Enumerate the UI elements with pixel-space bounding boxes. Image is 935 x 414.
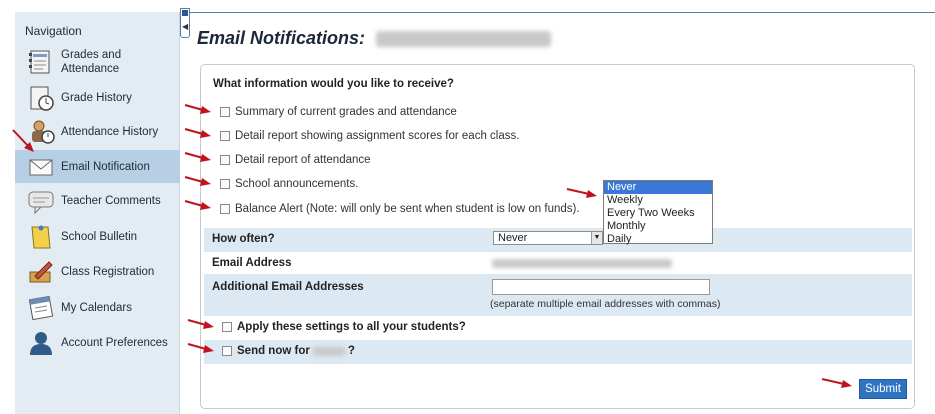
- chevron-down-icon[interactable]: ▼: [591, 232, 602, 244]
- option-apply-all[interactable]: Apply these settings to all your student…: [222, 321, 466, 333]
- frequency-option-never[interactable]: Never: [604, 181, 712, 194]
- checkbox-balance-alert[interactable]: [220, 204, 230, 214]
- speech-bubble-icon: [27, 187, 55, 215]
- sidebar-item-label: Grades and: [61, 49, 122, 61]
- bulletin-icon: [27, 223, 55, 251]
- pointer-arrow-icon: [184, 152, 211, 162]
- checkbox-detail-attendance[interactable]: [220, 155, 230, 165]
- option-send-now[interactable]: Send now for ?: [222, 345, 355, 357]
- sidebar-item-attendance-history[interactable]: Attendance History: [15, 116, 180, 148]
- sidebar-item-label: Attendance History: [61, 126, 159, 138]
- email-address-redacted: [492, 259, 672, 268]
- checkbox-detail-scores[interactable]: [220, 131, 230, 141]
- option-label: Detail report showing assignment scores …: [235, 130, 520, 142]
- sidebar-item-school-bulletin[interactable]: School Bulletin: [15, 221, 180, 253]
- pointer-arrow-icon: [187, 319, 214, 329]
- top-divider: [180, 12, 935, 13]
- frequency-selected-value: Never: [498, 232, 528, 244]
- page-title-text: Email Notifications:: [197, 28, 366, 48]
- frequency-option-daily[interactable]: Daily: [604, 233, 712, 246]
- pointer-arrow-icon: [184, 176, 211, 186]
- frequency-option-weekly[interactable]: Weekly: [604, 194, 712, 207]
- option-label: Apply these settings to all your student…: [237, 321, 466, 333]
- sidebar-pointer-arrow-icon: [12, 129, 34, 152]
- send-now-suffix: ?: [347, 345, 355, 357]
- checkbox-school-announcements[interactable]: [220, 179, 230, 189]
- sidebar-item-label: School Bulletin: [61, 231, 138, 243]
- envelope-icon: [27, 153, 55, 181]
- option-label: Balance Alert (Note: will only be sent w…: [235, 203, 580, 215]
- collapse-sidebar-toggle[interactable]: ◀: [180, 8, 190, 38]
- frequency-select[interactable]: Never ▼: [493, 231, 603, 245]
- sidebar-item-teacher-comments[interactable]: Teacher Comments: [15, 185, 180, 217]
- submit-button[interactable]: Submit: [859, 379, 907, 399]
- page-title: Email Notifications:: [197, 28, 552, 49]
- option-detail-scores[interactable]: Detail report showing assignment scores …: [220, 130, 519, 142]
- grades-book-icon: [27, 48, 55, 76]
- frequency-option-monthly[interactable]: Monthly: [604, 220, 712, 233]
- pointer-arrow-icon: [184, 200, 211, 210]
- collapse-arrow-icon: ◀: [182, 22, 189, 31]
- sidebar-item-label-2: Attendance: [61, 63, 120, 75]
- additional-email-label: Additional Email Addresses: [212, 281, 364, 293]
- sidebar-item-label: Email Notification: [61, 160, 150, 173]
- checkbox-apply-all[interactable]: [222, 322, 232, 332]
- frequency-option-every-two-weeks[interactable]: Every Two Weeks: [604, 207, 712, 220]
- pointer-arrow-icon: [184, 128, 211, 138]
- option-label: School announcements.: [235, 178, 359, 190]
- option-school-announcements[interactable]: School announcements.: [220, 178, 358, 190]
- sidebar-item-label: My Calendars: [61, 301, 132, 314]
- email-address-label: Email Address: [212, 257, 292, 269]
- sidebar-item-class-registration[interactable]: Class Registration: [15, 256, 180, 288]
- sidebar-item-grades-and-attendance[interactable]: Grades and Attendance: [15, 42, 180, 82]
- sidebar-item-label: Account Preferences: [61, 337, 168, 349]
- additional-email-input[interactable]: [492, 279, 710, 295]
- sidebar-item-label: Teacher Comments: [61, 195, 161, 207]
- checkbox-send-now[interactable]: [222, 346, 232, 356]
- user-account-icon: [27, 329, 55, 357]
- registration-icon: [27, 258, 55, 286]
- pointer-arrow-icon: [184, 104, 211, 114]
- sidebar-item-label: Grade History: [61, 92, 132, 104]
- additional-email-hint: (separate multiple email addresses with …: [490, 298, 721, 310]
- collapse-tab-marker-icon: [182, 10, 188, 16]
- sidebar-item-email-notification[interactable]: Email Notification: [15, 150, 180, 183]
- pointer-arrow-icon: [187, 343, 214, 353]
- option-label: Summary of current grades and attendance: [235, 106, 457, 118]
- option-detail-attendance[interactable]: Detail report of attendance: [220, 154, 371, 166]
- submit-pointer-arrow-icon: [821, 378, 852, 388]
- student-name-redacted: [376, 31, 552, 48]
- question-heading: What information would you like to recei…: [213, 78, 454, 90]
- checkbox-summary[interactable]: [220, 107, 230, 117]
- sidebar-item-account-preferences[interactable]: Account Preferences: [15, 327, 180, 359]
- calendar-icon: [27, 294, 55, 322]
- option-balance-alert[interactable]: Balance Alert (Note: will only be sent w…: [220, 203, 580, 215]
- send-now-prefix: Send now for: [237, 345, 310, 357]
- option-label: Detail report of attendance: [235, 154, 371, 166]
- sidebar-item-my-calendars[interactable]: My Calendars: [15, 291, 180, 324]
- dropdown-pointer-arrow-icon: [566, 188, 597, 198]
- grade-history-icon: [27, 84, 55, 112]
- option-summary[interactable]: Summary of current grades and attendance: [220, 106, 457, 118]
- nav-title: Navigation: [25, 24, 82, 38]
- frequency-dropdown-list: Never Weekly Every Two Weeks Monthly Dai…: [603, 180, 713, 246]
- sidebar-item-label: Class Registration: [61, 266, 155, 278]
- sidebar-item-grade-history[interactable]: Grade History: [15, 82, 180, 114]
- how-often-label: How often?: [212, 233, 275, 245]
- student-first-name-redacted: [312, 346, 345, 356]
